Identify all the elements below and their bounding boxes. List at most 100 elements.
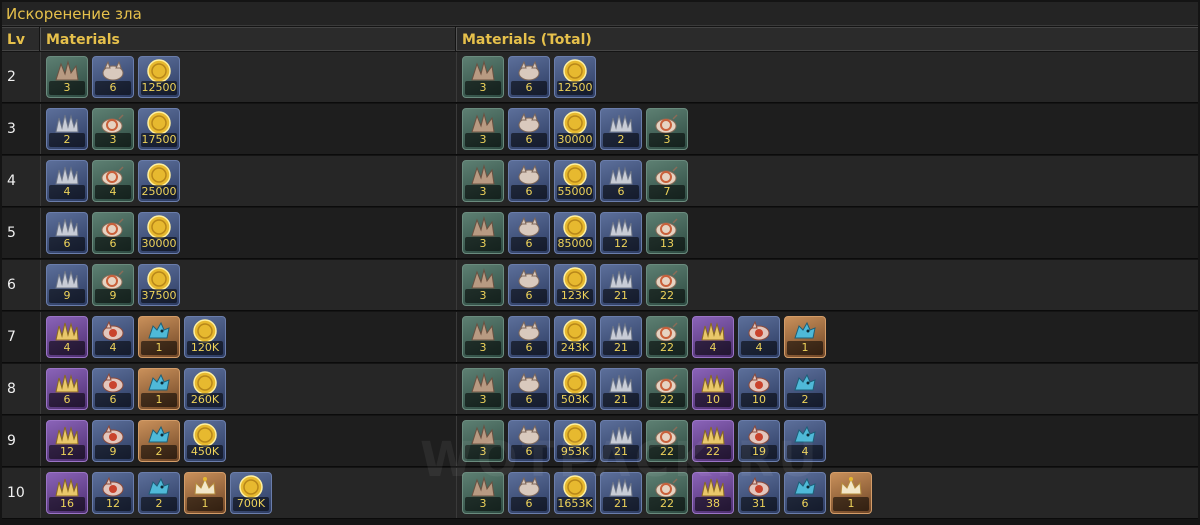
level-number: 2	[7, 69, 16, 85]
item-quantity: 22	[649, 497, 685, 511]
item-slot[interactable]: 21	[600, 264, 642, 306]
item-slot[interactable]: 6	[92, 212, 134, 254]
item-slot[interactable]: 22	[646, 368, 688, 410]
item-slot[interactable]: 12	[600, 212, 642, 254]
item-slot[interactable]: 503K	[554, 368, 596, 410]
item-slot[interactable]: 6	[92, 368, 134, 410]
item-slot[interactable]: 6	[508, 212, 550, 254]
item-slot[interactable]: 6	[508, 368, 550, 410]
item-slot[interactable]: 22	[646, 264, 688, 306]
item-quantity: 12500	[557, 81, 593, 95]
item-slot[interactable]: 55000	[554, 160, 596, 202]
item-quantity: 6	[49, 237, 85, 251]
item-slot[interactable]: 3	[462, 56, 504, 98]
item-slot[interactable]: 22	[646, 316, 688, 358]
watermark: WOTPACK.RU	[420, 432, 822, 488]
item-slot[interactable]: 6	[46, 368, 88, 410]
item-slot[interactable]: 4	[46, 316, 88, 358]
item-slot[interactable]: 260K	[184, 368, 226, 410]
item-slot[interactable]: 10	[692, 368, 734, 410]
item-quantity: 6	[511, 341, 547, 355]
item-slot[interactable]: 120K	[184, 316, 226, 358]
item-slot[interactable]: 1	[138, 368, 180, 410]
item-slot[interactable]: 85000	[554, 212, 596, 254]
level-number: 8	[7, 381, 16, 397]
item-slot[interactable]: 1	[184, 472, 226, 514]
item-slot[interactable]: 12500	[138, 56, 180, 98]
item-slot[interactable]: 37500	[138, 264, 180, 306]
materials-cell: 6 6 1 260K	[40, 364, 457, 414]
item-slot[interactable]: 3	[92, 108, 134, 150]
item-slot[interactable]: 4	[692, 316, 734, 358]
item-slot[interactable]: 6	[508, 56, 550, 98]
item-slot[interactable]: 13	[646, 212, 688, 254]
item-slot[interactable]: 6	[508, 108, 550, 150]
item-quantity: 1	[833, 497, 869, 511]
item-slot[interactable]: 6	[508, 264, 550, 306]
item-slot[interactable]: 1	[138, 316, 180, 358]
item-slot[interactable]: 21	[600, 316, 642, 358]
level-row: 2 3 6 12500 3 6 12500	[2, 52, 1198, 103]
item-slot[interactable]: 9	[92, 264, 134, 306]
item-quantity: 10	[741, 393, 777, 407]
item-quantity: 3	[465, 237, 501, 251]
item-slot[interactable]: 9	[46, 264, 88, 306]
item-slot[interactable]: 6	[92, 56, 134, 98]
item-quantity: 3	[465, 341, 501, 355]
item-slot[interactable]: 2	[600, 108, 642, 150]
item-slot[interactable]: 2	[784, 368, 826, 410]
item-slot[interactable]: 700K	[230, 472, 272, 514]
item-slot[interactable]: 9	[92, 420, 134, 462]
item-slot[interactable]: 1	[784, 316, 826, 358]
item-slot[interactable]: 12	[46, 420, 88, 462]
item-slot[interactable]: 30000	[554, 108, 596, 150]
item-slot[interactable]: 16	[46, 472, 88, 514]
item-slot[interactable]: 4	[92, 316, 134, 358]
item-slot[interactable]: 3	[462, 160, 504, 202]
item-quantity: 16	[49, 497, 85, 511]
item-slot[interactable]: 3	[462, 108, 504, 150]
item-slot[interactable]: 243K	[554, 316, 596, 358]
item-slot[interactable]: 6	[46, 212, 88, 254]
item-slot[interactable]: 3	[646, 108, 688, 150]
materials-total-cell: 3 6 12500	[456, 52, 1199, 102]
item-slot[interactable]: 3	[46, 56, 88, 98]
materials-cell: 12 9 2 450K	[40, 416, 457, 466]
item-slot[interactable]: 4	[92, 160, 134, 202]
level-row: 7 4 4 1 120K 3 6 243K 21 22 4 4 1	[2, 312, 1198, 363]
item-slot[interactable]: 2	[46, 108, 88, 150]
item-slot[interactable]: 12	[92, 472, 134, 514]
item-slot[interactable]: 3	[462, 212, 504, 254]
level-row: 6 9 9 37500 3 6 123K 21 22	[2, 260, 1198, 311]
item-quantity: 4	[49, 341, 85, 355]
item-slot[interactable]: 17500	[138, 108, 180, 150]
item-slot[interactable]: 2	[138, 472, 180, 514]
item-slot[interactable]: 3	[462, 368, 504, 410]
materials-cell: 4 4 25000	[40, 156, 457, 206]
materials-total-cell: 3 6 123K 21 22	[456, 260, 1199, 310]
item-slot[interactable]: 6	[600, 160, 642, 202]
item-slot[interactable]: 6	[508, 160, 550, 202]
materials-cell: 2 3 17500	[40, 104, 457, 154]
item-slot[interactable]: 12500	[554, 56, 596, 98]
item-slot[interactable]: 30000	[138, 212, 180, 254]
item-slot[interactable]: 7	[646, 160, 688, 202]
item-slot[interactable]: 4	[738, 316, 780, 358]
item-quantity: 21	[603, 289, 639, 303]
item-slot[interactable]: 2	[138, 420, 180, 462]
item-quantity: 6	[511, 185, 547, 199]
item-slot[interactable]: 1	[830, 472, 872, 514]
item-slot[interactable]: 450K	[184, 420, 226, 462]
item-slot[interactable]: 21	[600, 368, 642, 410]
item-slot[interactable]: 3	[462, 264, 504, 306]
item-slot[interactable]: 10	[738, 368, 780, 410]
item-slot[interactable]: 25000	[138, 160, 180, 202]
item-slot[interactable]: 4	[46, 160, 88, 202]
item-quantity: 6	[511, 133, 547, 147]
item-quantity: 1653K	[557, 497, 593, 511]
item-slot[interactable]: 123K	[554, 264, 596, 306]
level-number: 9	[7, 433, 16, 449]
item-slot[interactable]: 3	[462, 316, 504, 358]
item-slot[interactable]: 6	[508, 316, 550, 358]
item-quantity: 2	[603, 133, 639, 147]
